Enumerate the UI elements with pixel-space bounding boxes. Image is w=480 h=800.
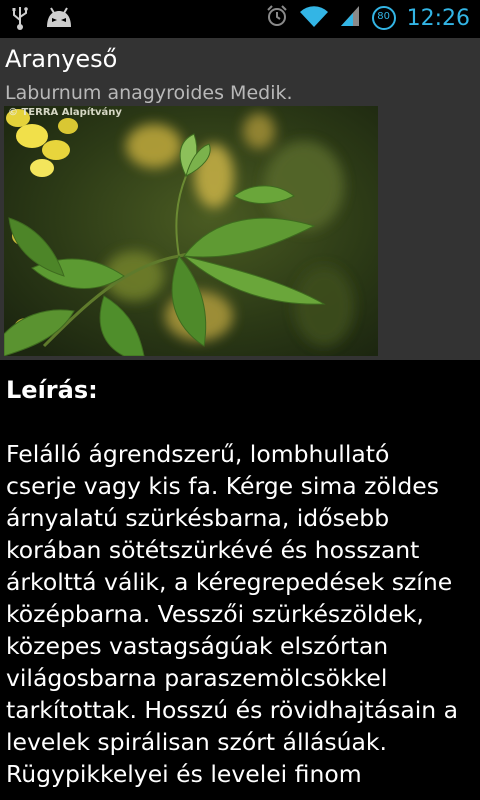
wifi-icon — [299, 4, 329, 32]
plant-photo: © TERRA Alapítvány — [4, 106, 378, 356]
description-line: levelek spirálisan szórt állásúak. — [6, 728, 388, 756]
description-text: Felálló ágrendszerű, lombhullató cserje … — [6, 438, 476, 790]
description-heading: Leírás: — [6, 376, 98, 404]
leaf-photo-illustration — [4, 106, 378, 356]
plant-name: Aranyeső — [5, 45, 118, 73]
description-line: tarkítottak. Hosszú és rövidhajtásain a — [6, 696, 459, 724]
description-line: világosbarna paraszemölcsökkel — [6, 664, 388, 692]
status-bar: 80 12:26 — [0, 0, 480, 38]
description-section: Leírás: Felálló ágrendszerű, lombhullató… — [0, 360, 480, 800]
description-line: árnyalatú szürkésbarna, idősebb — [6, 504, 390, 532]
description-line: Rügypikkelyei és levelei finom — [6, 760, 362, 788]
plant-header: Aranyeső Laburnum anagyroides Medik. © T… — [0, 38, 480, 360]
android-icon — [44, 5, 74, 35]
description-line: Felálló ágrendszerű, lombhullató — [6, 440, 390, 468]
battery-level: 80 — [377, 11, 390, 22]
signal-icon — [339, 4, 361, 32]
description-line: középbarna. Vesszői szürkészöldek, — [6, 600, 424, 628]
plant-latin-name: Laburnum anagyroides Medik. — [5, 82, 293, 104]
image-credit: © TERRA Alapítvány — [8, 107, 122, 118]
description-line: cserje vagy kis fa. Kérge sima zöldes — [6, 472, 439, 500]
usb-icon — [10, 5, 30, 35]
clock: 12:26 — [406, 5, 470, 31]
description-line: korában sötétszürkévé és hosszant — [6, 536, 420, 564]
description-line: árkolttá válik, a kéregrepedések színe — [6, 568, 453, 596]
battery-icon: 80 — [371, 5, 397, 31]
description-line: közepes vastagságúak elszórtan — [6, 632, 389, 660]
alarm-icon — [265, 4, 289, 32]
